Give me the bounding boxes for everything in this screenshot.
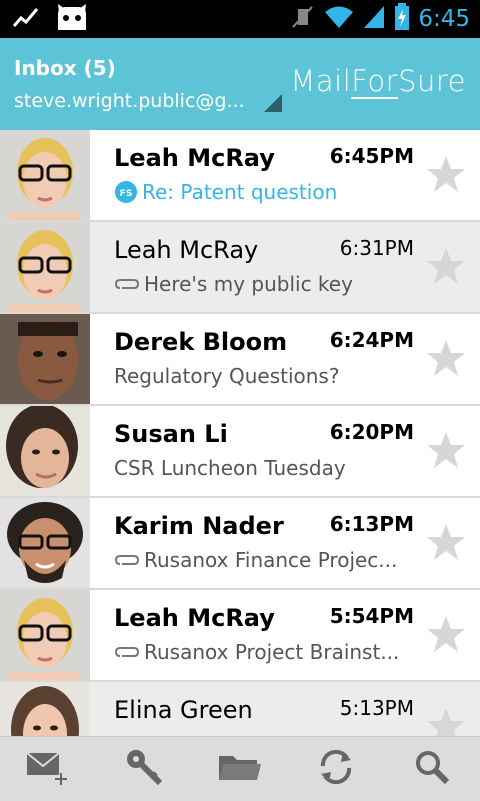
message-time: 6:20PM <box>329 420 414 444</box>
star-icon[interactable] <box>426 614 466 654</box>
message-time: 5:13PM <box>339 696 414 720</box>
compose-icon <box>25 749 71 789</box>
subject-text: Rusanox Project Brainst... <box>144 640 400 664</box>
svg-text:FS: FS <box>120 189 133 199</box>
folders-button[interactable] <box>192 737 288 801</box>
activity-icon <box>12 6 40 34</box>
brand-logo: MailForSure <box>290 64 466 98</box>
paperclip-icon <box>114 276 140 292</box>
message-row[interactable]: Karim Nader 6:13PM Rusanox Finance Proje… <box>0 498 480 590</box>
subject-text: Re: Patent question <box>142 180 338 204</box>
subject-text: Rusanox Finance Projec... <box>144 548 398 572</box>
star-icon[interactable] <box>426 154 466 194</box>
dropdown-arrow-icon[interactable] <box>264 94 282 112</box>
status-time: 6:45 <box>418 6 470 32</box>
sender-name: Leah McRay <box>114 236 259 264</box>
message-list[interactable]: Leah McRay 6:45PM FS Re: Patent question <box>0 130 480 736</box>
star-icon[interactable] <box>426 338 466 378</box>
sender-name: Leah McRay <box>114 144 275 172</box>
message-time: 6:24PM <box>329 328 414 352</box>
avatar <box>0 314 90 404</box>
key-icon <box>124 747 164 791</box>
message-row[interactable]: Leah McRay 5:54PM Rusanox Project Brains… <box>0 590 480 682</box>
message-row[interactable]: Leah McRay 6:31PM Here's my public key <box>0 222 480 314</box>
message-subject: FS Re: Patent question <box>114 180 414 204</box>
message-subject: Regulatory Questions? <box>114 364 414 388</box>
message-subject: Here's my public key <box>114 272 414 296</box>
battery-icon <box>394 3 410 35</box>
avatar <box>0 406 90 496</box>
avatar <box>0 682 90 736</box>
avatar <box>0 498 90 588</box>
paperclip-icon <box>114 644 140 660</box>
star-icon[interactable] <box>426 706 466 736</box>
sender-name: Derek Bloom <box>114 328 288 356</box>
account-selector[interactable]: steve.wright.public@g... <box>14 90 259 112</box>
message-subject: Rusanox Finance Projec... <box>114 548 414 572</box>
sender-name: Karim Nader <box>114 512 284 540</box>
brand-logo-mail: Mail <box>290 64 352 98</box>
message-row[interactable]: Derek Bloom 6:24PM Regulatory Questions? <box>0 314 480 406</box>
message-subject: Rusanox Project Brainst... <box>114 640 414 664</box>
folder-icon <box>217 750 263 788</box>
inbox-title: Inbox (5) <box>14 56 116 80</box>
message-subject: CSR Luncheon Tuesday <box>114 456 414 480</box>
sender-name: Elina Green <box>114 696 253 724</box>
avatar <box>0 590 90 680</box>
wifi-icon <box>324 4 354 34</box>
brand-logo-for: For <box>351 64 399 98</box>
keys-button[interactable] <box>96 737 192 801</box>
vibrate-muted-icon <box>290 3 316 35</box>
subject-text: Regulatory Questions? <box>114 364 340 388</box>
message-row[interactable]: Elina Green 5:13PM <box>0 682 480 736</box>
app-header: Inbox (5) steve.wright.public@g... MailF… <box>0 38 480 130</box>
compose-button[interactable] <box>0 737 96 801</box>
subject-text: CSR Luncheon Tuesday <box>114 456 346 480</box>
sender-name: Susan Li <box>114 420 228 448</box>
avatar <box>0 222 90 312</box>
star-icon[interactable] <box>426 522 466 562</box>
message-row[interactable]: Susan Li 6:20PM CSR Luncheon Tuesday <box>0 406 480 498</box>
search-icon <box>413 748 451 790</box>
message-time: 6:45PM <box>329 144 414 168</box>
refresh-button[interactable] <box>288 737 384 801</box>
message-time: 6:31PM <box>339 236 414 260</box>
android-debug-icon <box>54 4 90 36</box>
status-bar: 6:45 <box>0 0 480 38</box>
message-row[interactable]: Leah McRay 6:45PM FS Re: Patent question <box>0 130 480 222</box>
message-time: 5:54PM <box>329 604 414 628</box>
subject-text: Here's my public key <box>144 272 353 296</box>
bottom-toolbar <box>0 736 480 801</box>
brand-logo-sure: Sure <box>398 64 466 98</box>
fs-badge-icon: FS <box>114 180 138 204</box>
paperclip-icon <box>114 552 140 568</box>
refresh-icon <box>317 748 355 790</box>
star-icon[interactable] <box>426 246 466 286</box>
star-icon[interactable] <box>426 430 466 470</box>
sender-name: Leah McRay <box>114 604 275 632</box>
search-button[interactable] <box>384 737 480 801</box>
message-time: 6:13PM <box>329 512 414 536</box>
signal-icon <box>362 4 386 34</box>
avatar <box>0 130 90 220</box>
